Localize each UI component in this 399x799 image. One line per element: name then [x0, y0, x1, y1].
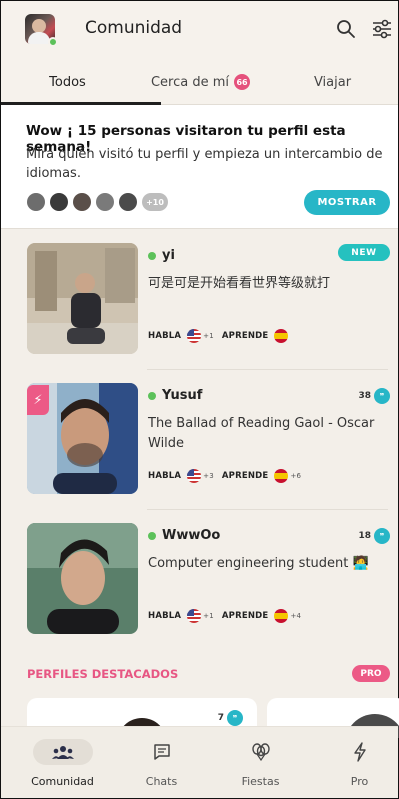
- us-flag-icon: [187, 469, 202, 483]
- visitors-text: Mira quién visitó tu perfil y empieza un…: [26, 147, 383, 181]
- reference-count: 7 ❞: [218, 710, 243, 726]
- visitor-avatar: [27, 193, 45, 211]
- quote-bubble-icon: ❞: [374, 528, 390, 544]
- new-badge: NEW: [338, 244, 390, 261]
- bolt-icon: ⚡: [27, 385, 49, 415]
- language-row: HABLA +3 APRENDE +6: [148, 469, 302, 483]
- nav-label: Comunidad: [31, 775, 94, 788]
- online-status-dot: [148, 531, 156, 540]
- us-flag-icon: [187, 609, 202, 623]
- profile-description: Computer engineering student 🧑‍💻: [148, 556, 369, 571]
- reference-count: 38 ❞: [358, 388, 390, 404]
- more-visitors-badge: +10: [142, 193, 168, 211]
- show-button[interactable]: MOSTRAR: [304, 190, 390, 215]
- tab-todos[interactable]: Todos: [1, 59, 134, 105]
- profile-name: yi: [162, 248, 175, 263]
- nav-label: Chats: [145, 775, 178, 788]
- app-header: Comunidad: [1, 1, 398, 59]
- profile-name: Yusuf: [162, 388, 203, 403]
- section-title: PERFILES DESTACADOS: [27, 667, 179, 681]
- visitor-avatar: [50, 193, 68, 211]
- nav-chats[interactable]: Chats: [112, 727, 211, 799]
- profile-card[interactable]: WwwOo 18 ❞ Computer engineering student …: [1, 510, 398, 650]
- profile-description: The Ballad of Reading Gaol - Oscar Wilde: [148, 416, 375, 451]
- visitor-avatars: +10: [27, 193, 168, 211]
- featured-section-header: PERFILES DESTACADOS PRO: [1, 649, 398, 689]
- profile-name-row: yi: [148, 248, 175, 263]
- bottom-navigation: Comunidad Chats Fiestas Pro: [1, 726, 398, 798]
- chat-icon: [132, 739, 192, 765]
- nav-label: Pro: [350, 775, 369, 788]
- profile-description: 可是可是开始看看世界等级就打: [148, 276, 331, 291]
- online-status-dot: [148, 251, 156, 260]
- spain-flag-icon: [274, 469, 289, 483]
- profile-photo: [27, 523, 138, 634]
- visitor-avatar: [119, 193, 137, 211]
- tab-cerca-de-mi[interactable]: Cerca de mí 66: [134, 59, 267, 105]
- online-status-dot: [148, 391, 156, 400]
- nav-label: Fiestas: [241, 775, 280, 788]
- community-icon: [32, 739, 93, 765]
- tab-viajar[interactable]: Viajar: [267, 59, 398, 105]
- balloons-icon: [231, 739, 291, 765]
- pro-badge[interactable]: PRO: [352, 665, 390, 682]
- profile-card[interactable]: yi NEW 可是可是开始看看世界等级就打 HABLA +1 APRENDE: [1, 230, 398, 370]
- page-title: Comunidad: [85, 18, 183, 38]
- profile-card[interactable]: ⚡ Yusuf 38 ❞ The Ballad of Reading Gaol …: [1, 370, 398, 510]
- language-row: HABLA +1 APRENDE: [148, 329, 289, 343]
- bolt-icon: [330, 739, 390, 765]
- quote-bubble-icon: ❞: [227, 710, 243, 726]
- visitor-avatar: [96, 193, 114, 211]
- count-badge: 66: [234, 74, 251, 90]
- profile-name-row: Yusuf: [148, 388, 202, 403]
- profile-visitors-card[interactable]: Wow ¡ 15 personas visitaron tu perfil es…: [1, 105, 398, 229]
- spain-flag-icon: [274, 329, 289, 343]
- tab-bar: Todos Cerca de mí 66 Viajar: [1, 59, 398, 105]
- profile-name-row: WwwOo: [148, 528, 220, 543]
- nav-pro[interactable]: Pro: [310, 727, 399, 799]
- us-flag-icon: [187, 329, 202, 343]
- nav-comunidad[interactable]: Comunidad: [13, 727, 112, 799]
- reference-count: 18 ❞: [358, 528, 390, 544]
- language-row: HABLA +1 APRENDE +4: [148, 609, 302, 623]
- sliders-icon[interactable]: [370, 17, 394, 41]
- nav-fiestas[interactable]: Fiestas: [211, 727, 310, 799]
- spain-flag-icon: [274, 609, 289, 623]
- search-icon[interactable]: [334, 17, 358, 41]
- profile-photo: [27, 243, 138, 354]
- profile-name: WwwOo: [162, 528, 221, 543]
- quote-bubble-icon: ❞: [374, 388, 390, 404]
- online-status-dot: [48, 37, 58, 47]
- visitor-avatar: [73, 193, 91, 211]
- avatar[interactable]: [25, 14, 58, 47]
